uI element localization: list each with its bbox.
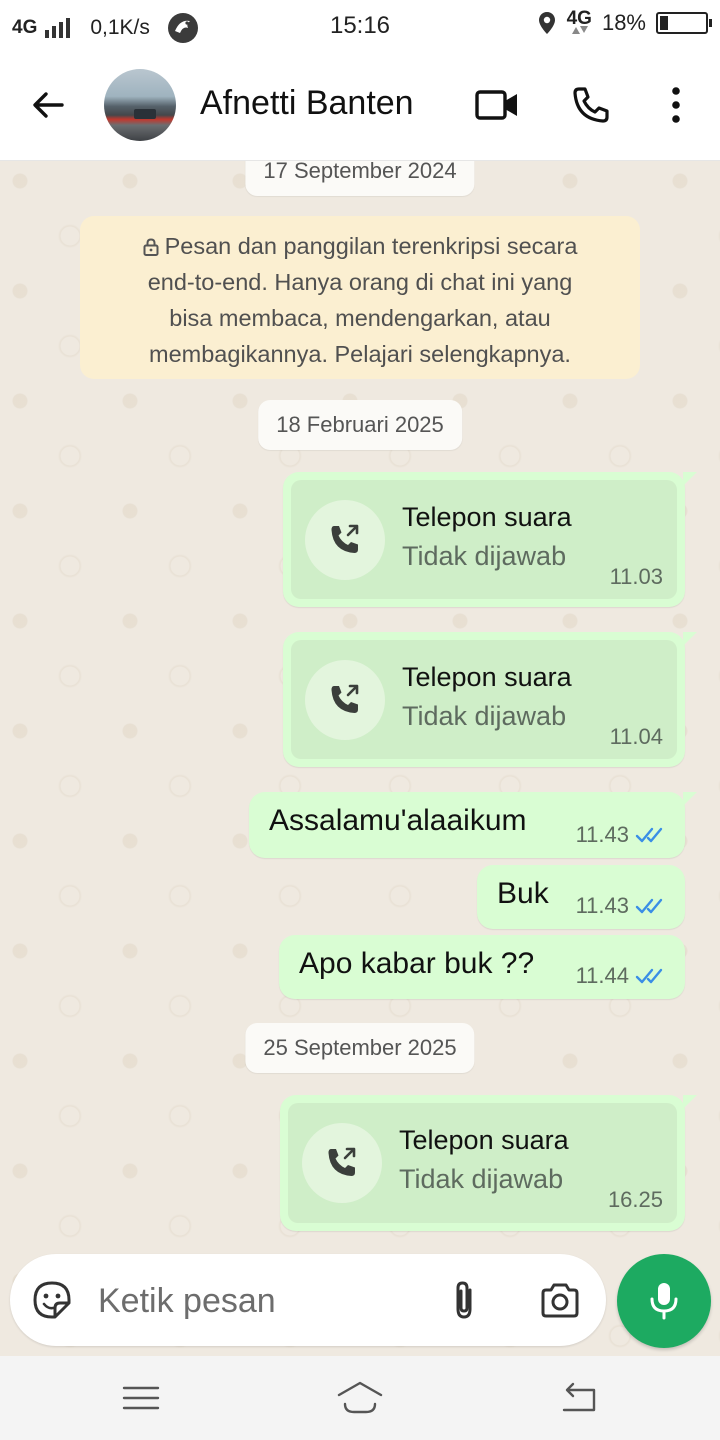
outgoing-call-icon [331, 524, 359, 553]
message-text: Buk [497, 877, 549, 910]
more-options-button[interactable] [651, 80, 701, 130]
more-vert-icon [672, 87, 680, 123]
voice-message-button[interactable] [617, 1254, 711, 1348]
data-arrows-icon [572, 26, 589, 34]
call-status: Tidak dijawab [402, 701, 567, 731]
call-status: Tidak dijawab [399, 1164, 564, 1194]
back-icon[interactable] [558, 1378, 602, 1418]
network-type: 4G [12, 17, 38, 38]
call-status: Tidak dijawab [402, 541, 567, 571]
status-bar: 4G 0,1K/s 15:16 4G 18% [0, 0, 720, 50]
contact-avatar[interactable] [104, 69, 176, 141]
call-title: Telepon suara [399, 1125, 569, 1155]
voice-call-button[interactable] [566, 80, 616, 130]
text-message[interactable]: Apo kabar buk ?? 11.44 [279, 935, 685, 999]
call-card: Telepon suara Tidak dijawab 11.04 [291, 640, 677, 759]
call-message[interactable]: Telepon suara Tidak dijawab 11.03 [283, 472, 697, 607]
call-icon-circle [302, 1123, 382, 1203]
text-message[interactable]: Assalamu'alaaikum 11.43 [249, 792, 697, 858]
message-meta: 11.43 [576, 893, 669, 919]
outgoing-call-icon [328, 1147, 356, 1176]
message-time: 11.43 [575, 822, 629, 847]
system-nav-bar [0, 1356, 720, 1440]
battery-icon [656, 12, 712, 34]
call-title: Telepon suara [402, 502, 572, 532]
message-text: Apo kabar buk ?? [299, 947, 535, 980]
call-card: Telepon suara Tidak dijawab 11.03 [291, 480, 677, 599]
location-icon [538, 12, 555, 34]
message-input[interactable] [96, 1276, 430, 1326]
message-time: 16.25 [607, 1187, 663, 1212]
message-time: 11.03 [609, 564, 663, 589]
camera-icon[interactable] [538, 1279, 582, 1323]
notice-line: end-to-end. Hanya orang di chat ini yang [147, 269, 573, 295]
read-ticks-icon [635, 968, 663, 984]
date-chip: 18 Februari 2025 [258, 400, 462, 450]
call-message[interactable]: Telepon suara Tidak dijawab 16.25 [280, 1095, 697, 1231]
date-chip: 17 September 2024 [245, 161, 475, 196]
data-indicator: 4G [566, 8, 592, 34]
call-message[interactable]: Telepon suara Tidak dijawab 11.04 [283, 632, 697, 767]
message-composer [10, 1254, 606, 1346]
video-call-icon [475, 90, 517, 120]
call-icon-circle [305, 500, 385, 580]
sticker-icon[interactable] [32, 1280, 72, 1320]
network-speed: 0,1K/s [90, 16, 150, 39]
text-message[interactable]: Buk 11.43 [477, 865, 685, 929]
message-meta: 11.43 [576, 822, 669, 848]
message-time: 11.04 [609, 724, 663, 749]
chat-area[interactable]: 17 September 2024 Pesan dan panggilan te… [0, 161, 720, 1356]
encryption-notice[interactable]: Pesan dan panggilan terenkripsi secara e… [80, 216, 640, 379]
message-meta: 11.44 [576, 963, 669, 989]
attach-icon[interactable] [442, 1278, 486, 1322]
read-ticks-icon [635, 898, 663, 914]
contact-name[interactable]: Afnetti Banten [200, 84, 414, 123]
message-text: Assalamu'alaaikum [269, 804, 527, 837]
mic-icon [650, 1283, 678, 1320]
date-chip: 25 September 2025 [245, 1023, 475, 1073]
read-ticks-icon [635, 827, 663, 843]
notice-line: membagikannya. Pelajari selengkapnya. [149, 341, 571, 367]
notice-line: bisa membaca, mendengarkan, atau [169, 305, 551, 331]
message-time: 11.43 [575, 893, 629, 918]
signal-icon [45, 18, 71, 38]
voice-call-icon [573, 87, 609, 123]
status-left: 4G 0,1K/s [12, 11, 200, 45]
call-icon-circle [305, 660, 385, 740]
call-title: Telepon suara [402, 662, 572, 692]
network-type-right: 4G [566, 8, 592, 29]
lock-icon [143, 238, 159, 256]
status-right: 4G 18% [537, 8, 712, 36]
recent-apps-icon[interactable] [119, 1378, 163, 1418]
call-card: Telepon suara Tidak dijawab 16.25 [288, 1103, 677, 1223]
outgoing-call-icon [331, 684, 359, 713]
home-icon[interactable] [336, 1378, 384, 1418]
battery-percent: 18% [601, 10, 646, 35]
message-time: 11.44 [575, 963, 629, 988]
bird-app-icon [167, 13, 198, 43]
notice-line: Pesan dan panggilan terenkripsi secara [90, 228, 630, 264]
video-call-button[interactable] [472, 80, 522, 130]
back-arrow-icon[interactable] [28, 85, 68, 125]
chat-header: Afnetti Banten [0, 50, 720, 161]
